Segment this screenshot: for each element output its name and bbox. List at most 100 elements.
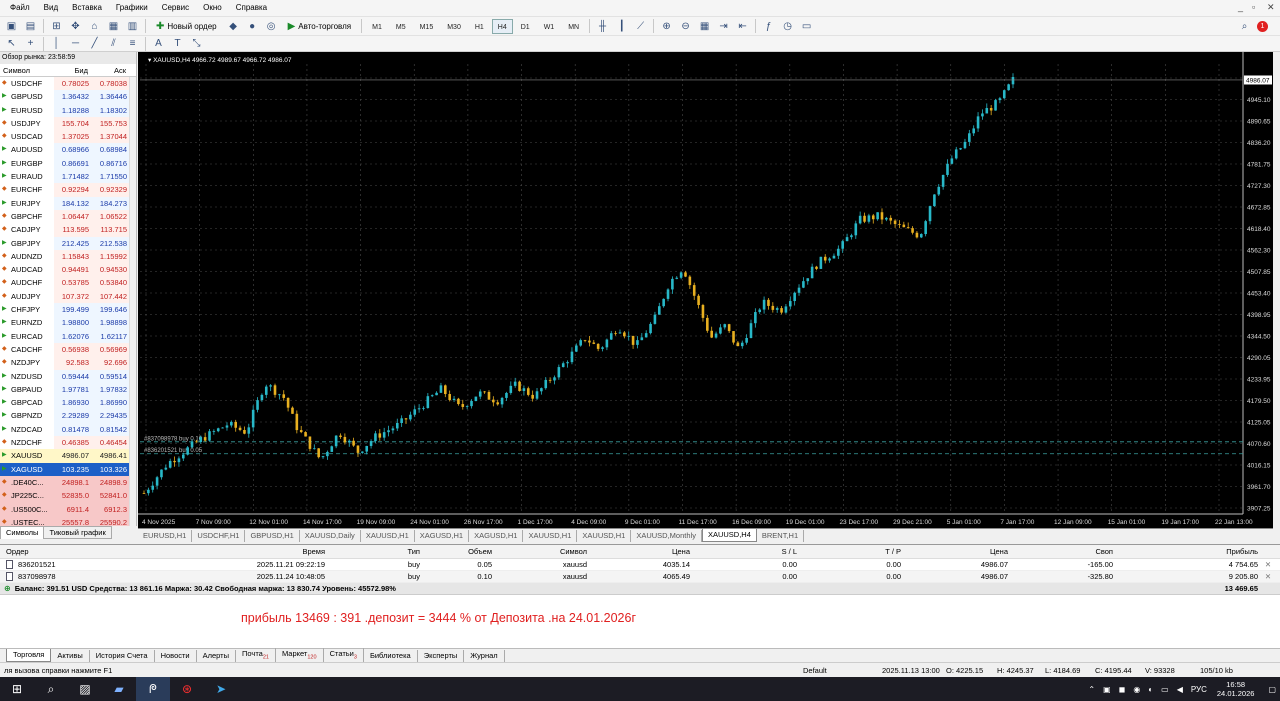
- terminal-icon[interactable]: ▦: [106, 19, 121, 34]
- close-position-icon[interactable]: ✕: [1258, 559, 1278, 570]
- community-icon[interactable]: ●: [245, 19, 260, 34]
- swap-column-header[interactable]: Своп: [1008, 545, 1113, 558]
- menu-item[interactable]: Графики: [109, 0, 155, 16]
- market-watch-row[interactable]: ▶ EURCAD 1.62076 1.62117: [0, 329, 130, 343]
- fibonacci-icon[interactable]: ≡: [125, 36, 140, 51]
- search-icon[interactable]: ⌕: [34, 677, 68, 701]
- auto-trading-button[interactable]: ▶ Авто-торговля: [283, 18, 357, 34]
- search-icon[interactable]: ⌕: [1237, 19, 1252, 34]
- terminal-tab[interactable]: Журнал: [464, 649, 505, 662]
- time-column-header[interactable]: Время: [190, 545, 325, 558]
- terminal-tab[interactable]: Активы: [51, 649, 90, 662]
- tray-app-icon[interactable]: ◼: [1119, 685, 1126, 694]
- windows-start-icon[interactable]: ⊞: [0, 677, 34, 701]
- chart-tab[interactable]: XAGUSD,H1: [469, 529, 524, 542]
- crosshair-icon[interactable]: +: [23, 36, 38, 51]
- tile-windows-icon[interactable]: ▦: [697, 19, 712, 34]
- task-view-icon[interactable]: ▨: [68, 677, 102, 701]
- trendline-icon[interactable]: ╱: [87, 36, 102, 51]
- price-column-header[interactable]: Цена: [587, 545, 690, 558]
- chart-tab[interactable]: GBPUSD,H1: [245, 529, 300, 542]
- market-watch-row[interactable]: ▶ GBPNZD 2.29289 2.29435: [0, 409, 130, 423]
- market-watch-row[interactable]: ◆ EURCHF 0.92294 0.92329: [0, 183, 130, 197]
- menu-item[interactable]: Файл: [3, 0, 37, 16]
- metaeditor-icon[interactable]: ◆: [226, 19, 241, 34]
- menu-item[interactable]: Вид: [37, 0, 65, 16]
- market-watch-row[interactable]: ▶ GBPUSD 1.36432 1.36446: [0, 90, 130, 104]
- order-column-header[interactable]: Ордер: [0, 545, 190, 558]
- market-watch-row[interactable]: ◆ GBPCHF 1.06447 1.06522: [0, 209, 130, 224]
- terminal-tab[interactable]: Эксперты: [418, 649, 465, 662]
- notifications-icon[interactable]: ▢: [1268, 685, 1276, 694]
- market-watch-row[interactable]: ▶ GBPAUD 1.97781 1.97832: [0, 382, 130, 397]
- close-icon[interactable]: ✕: [1267, 2, 1275, 13]
- market-watch-row[interactable]: ◆ .DE40C... 24898.1 24898.9: [0, 475, 130, 490]
- market-watch-row[interactable]: ▶ CHFJPY 199.499 199.646: [0, 303, 130, 317]
- terminal-tab[interactable]: Торговля: [6, 649, 52, 662]
- strategy-tester-icon[interactable]: ▥: [125, 19, 140, 34]
- taskbar-clock[interactable]: 16:58 24.01.2026: [1217, 680, 1255, 698]
- indicators-icon[interactable]: ƒ: [761, 19, 776, 34]
- market-watch-row[interactable]: ◆ AUDCHF 0.53785 0.53840: [0, 276, 130, 290]
- candlestick-icon[interactable]: ┃: [614, 19, 629, 34]
- market-watch-row[interactable]: ▶ NZDCAD 0.81478 0.81542: [0, 422, 130, 437]
- timeframe-button[interactable]: H1: [469, 19, 490, 34]
- symbol-column-header[interactable]: Символ: [492, 545, 587, 558]
- chart-tab[interactable]: EURUSD,H1: [138, 529, 193, 542]
- arrows-icon[interactable]: ⤡: [189, 36, 204, 51]
- explorer-icon[interactable]: ▰: [102, 677, 136, 701]
- language-indicator[interactable]: РУС: [1191, 685, 1207, 694]
- symbol-column-header[interactable]: Символ: [0, 64, 54, 76]
- profiles-icon[interactable]: ▤: [23, 19, 38, 34]
- tp-column-header[interactable]: T / P: [797, 545, 901, 558]
- timeframe-button[interactable]: M1: [366, 19, 388, 34]
- text-label-icon[interactable]: T: [170, 36, 185, 51]
- timeframe-button[interactable]: M5: [390, 19, 412, 34]
- market-watch-row[interactable]: ◆ NZDCHF 0.46385 0.46454: [0, 436, 130, 450]
- current-price-column-header[interactable]: Цена: [901, 545, 1008, 558]
- chart-tab[interactable]: XAUUSD,Daily: [300, 529, 361, 542]
- market-watch-row[interactable]: ▶ NZDUSD 0.59444 0.59514: [0, 369, 130, 383]
- menu-item[interactable]: Вставка: [65, 0, 109, 16]
- notification-icon[interactable]: 1: [1257, 20, 1268, 32]
- terminal-tab[interactable]: Маркет120: [276, 647, 324, 664]
- new-order-button[interactable]: ✚ Новый ордер: [151, 18, 222, 34]
- terminal-tab[interactable]: Библиотека: [364, 649, 418, 662]
- terminal-tab[interactable]: Новости: [155, 649, 197, 662]
- tray-app-icon[interactable]: ◐: [1148, 685, 1153, 694]
- chart-tab[interactable]: USDCHF,H1: [192, 529, 246, 542]
- cursor-icon[interactable]: ↖: [4, 36, 19, 51]
- equidistant-channel-icon[interactable]: ⫽: [106, 36, 121, 51]
- terminal-tab[interactable]: Алерты: [197, 649, 237, 662]
- close-position-icon[interactable]: ✕: [1258, 571, 1278, 582]
- market-watch-row[interactable]: ▶ EURUSD 1.18288 1.18302: [0, 103, 130, 117]
- line-chart-icon[interactable]: ⟋: [633, 19, 648, 34]
- menu-item[interactable]: Окно: [196, 0, 229, 16]
- market-watch-row[interactable]: ▶ XAUUSD 4986.07 4986.41: [0, 449, 130, 463]
- market-watch-row[interactable]: ▶ EURJPY 184.132 184.273: [0, 196, 130, 210]
- tab-tick-chart[interactable]: Тиковый график: [43, 526, 112, 539]
- market-watch-row[interactable]: ▶ AUDUSD 0.68966 0.68984: [0, 143, 130, 157]
- chart-tab[interactable]: XAGUSD,H1: [415, 529, 470, 542]
- market-watch-row[interactable]: ◆ USDCAD 1.37025 1.37044: [0, 130, 130, 144]
- market-watch-row[interactable]: ◆ CADJPY 113.595 113.715: [0, 223, 130, 237]
- sl-column-header[interactable]: S / L: [690, 545, 797, 558]
- type-column-header[interactable]: Тип: [325, 545, 420, 558]
- telegram-icon[interactable]: ➤: [204, 677, 238, 701]
- candlestick-chart[interactable]: 5001.304945.104890.654836.204781.754727.…: [138, 52, 1273, 528]
- chart-tab[interactable]: XAUUSD,H4: [701, 529, 757, 542]
- tray-chevron-icon[interactable]: ⌃: [1088, 685, 1095, 694]
- market-watch-row[interactable]: ◆ AUDJPY 107.372 107.442: [0, 289, 130, 304]
- bid-column-header[interactable]: Бид: [54, 64, 92, 76]
- chart-shift-icon[interactable]: ⇤: [735, 19, 750, 34]
- market-watch-icon[interactable]: ⊞: [49, 19, 64, 34]
- yandex-browser-icon[interactable]: ⊛: [170, 677, 204, 701]
- market-watch-row[interactable]: ◆ .US500C... 6911.4 6912.3: [0, 502, 130, 516]
- market-watch-row[interactable]: ▶ XAGUSD 103.235 103.326: [0, 462, 130, 476]
- terminal-tab[interactable]: Почта21: [236, 647, 276, 664]
- network-icon[interactable]: ▭: [1161, 685, 1169, 694]
- timeframe-button[interactable]: MN: [562, 19, 585, 34]
- tray-app-icon[interactable]: ◉: [1133, 685, 1140, 694]
- menu-item[interactable]: Сервис: [155, 0, 196, 16]
- market-watch-row[interactable]: ▶ GBPCAD 1.86930 1.86990: [0, 396, 130, 410]
